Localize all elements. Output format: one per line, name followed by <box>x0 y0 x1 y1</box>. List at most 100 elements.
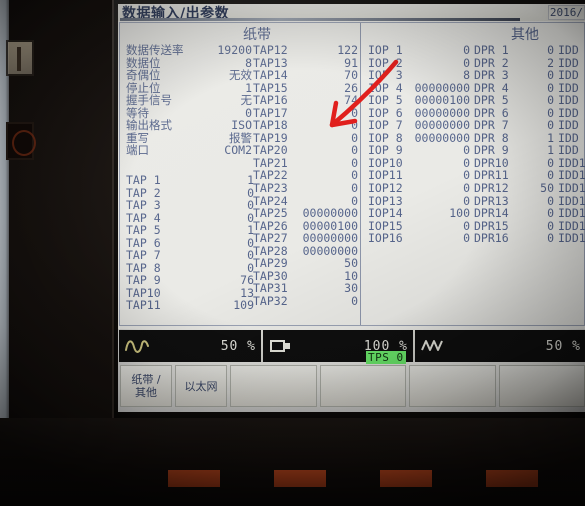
parameter-row[interactable]: IDD <box>558 119 585 132</box>
parameter-row[interactable]: 数据传送率 19200 <box>126 44 252 57</box>
parameter-row[interactable]: TAP25 00000000 <box>253 207 358 220</box>
parameter-row[interactable]: IOP14 100 <box>368 207 470 220</box>
parameter-row[interactable]: TAP18 0 <box>253 119 358 132</box>
parameter-row[interactable]: IOP12 0 <box>368 182 470 195</box>
feed-override-value: 50 % <box>220 338 256 354</box>
parameter-row[interactable]: IOP 7 00000000 <box>368 119 470 132</box>
parameter-row[interactable]: TAP 7 0 <box>126 249 254 262</box>
parameter-row[interactable]: IOP16 0 <box>368 232 470 245</box>
hardware-key-2[interactable] <box>274 470 326 487</box>
rapid-override-cell[interactable]: 50 % <box>415 330 585 362</box>
parameter-value: 30 <box>344 281 358 296</box>
parameter-value: 19200 <box>217 43 252 57</box>
parameter-row[interactable]: TAP29 50 <box>253 257 358 270</box>
parameter-value: 0 <box>463 231 470 246</box>
parameter-row[interactable]: 输出格式 ISO <box>126 119 252 132</box>
parameter-row[interactable]: DPR 3 0 <box>474 69 554 82</box>
parameter-row[interactable]: TAP27 00000000 <box>253 232 358 245</box>
parameter-value: 0 <box>351 155 358 170</box>
parameter-row[interactable]: 握手信号 无 <box>126 94 252 107</box>
parameter-row[interactable]: IDD <box>558 69 585 82</box>
parameter-value: 0 <box>351 143 358 158</box>
parameter-row[interactable]: TAP16 74 <box>253 94 358 107</box>
softkey-5[interactable] <box>409 365 496 407</box>
parameter-value: 0 <box>351 118 358 133</box>
parameter-row[interactable]: TAP32 0 <box>253 295 358 308</box>
softkey-label: 其他 <box>135 386 157 399</box>
parameter-row[interactable]: IDD1 <box>558 182 585 195</box>
parameter-value: 122 <box>337 43 358 57</box>
parameter-value: 0 <box>247 235 254 250</box>
parameter-value: 0 <box>351 105 358 120</box>
parameter-row[interactable]: DPR 7 0 <box>474 119 554 132</box>
feed-override-cell[interactable]: 50 % <box>119 330 263 362</box>
parameter-row[interactable]: IDD1 <box>558 232 585 245</box>
parameter-row[interactable]: TAP11 109 <box>126 299 254 312</box>
softkey-row: 纸带 / 其他 以太网 <box>119 363 585 409</box>
parameter-value: 0 <box>351 130 358 145</box>
parameter-row[interactable]: TAP23 0 <box>253 182 358 195</box>
parameter-label: TAP23 <box>253 181 288 196</box>
parameter-label: TAP 3 <box>126 198 161 213</box>
dpr-column: DPR 1 0 DPR 2 2 DPR 3 0 DPR 4 0 DPR 5 0 DPR 6 0 DPR … <box>474 44 554 245</box>
softkey-2[interactable]: 以太网 <box>175 365 227 407</box>
parameter-value: 0 <box>247 210 254 225</box>
parameter-row[interactable]: TAP12 122 <box>253 44 358 57</box>
softkey-label: 以太网 <box>184 379 218 393</box>
parameter-label: TAP32 <box>253 293 288 308</box>
parameter-label: IDD1 <box>558 206 585 221</box>
parameter-row[interactable]: TAP 3 0 <box>126 199 254 212</box>
section-header-other: 其他 <box>511 27 539 43</box>
softkey-6[interactable] <box>498 365 585 407</box>
override-status-bar: 50 % 100 % 50 % <box>119 330 585 362</box>
serial-settings-column: 数据传送率 19200 数据位 8 奇偶位 无效 停止位 1 握手信号无等待 0 输出格式 ISO 重写… <box>126 44 252 157</box>
parameter-value: 00000100 <box>414 93 470 108</box>
hardware-key-3[interactable] <box>380 470 432 487</box>
panel-indicator-lamp <box>6 122 36 160</box>
parameter-label: TAP 7 <box>126 248 161 263</box>
parameter-row[interactable]: 端口 COM2 <box>126 144 252 157</box>
parameter-label: DPR14 <box>474 206 509 221</box>
softkey-1[interactable]: 纸带 / 其他 <box>120 365 172 407</box>
panel-lower-bezel <box>0 418 585 506</box>
parameter-value: 无 <box>240 93 253 108</box>
parameter-value: ISO <box>231 118 252 133</box>
parameter-value: 0 <box>247 198 254 213</box>
parameter-value: 无效 <box>229 68 252 83</box>
column-divider <box>360 23 361 325</box>
parameter-row[interactable]: TAP 1 1 <box>126 174 254 187</box>
parameter-label: IDD1 <box>558 231 585 246</box>
parameter-value: 0 <box>247 248 254 263</box>
parameter-value: 0 <box>351 168 358 183</box>
parameter-label: TAP 5 <box>126 223 161 238</box>
softkey-3[interactable] <box>230 365 317 407</box>
parameter-row[interactable]: IOP 5 00000100 <box>368 94 470 107</box>
idd-column: IDD IDD IDD IDD IDD IDD IDD IDD IDD IDD1 IDD1 IDD1 I… <box>558 44 585 245</box>
parameter-value: 0 <box>463 168 470 183</box>
hardware-key-1[interactable] <box>168 470 220 487</box>
parameter-row[interactable]: DPR 5 0 <box>474 94 554 107</box>
parameter-row[interactable]: IDD <box>558 44 585 57</box>
iop-column: IOP 1 0 IOP 2 0 IOP 3 8 IOP 4 00000000 IOP 5 0000… <box>368 44 470 245</box>
parameter-label: IOP12 <box>368 181 403 196</box>
parameter-row[interactable]: IDD1 <box>558 207 585 220</box>
parameter-row[interactable]: TAP14 70 <box>253 69 358 82</box>
parameter-value: 74 <box>344 93 358 108</box>
parameter-row[interactable]: IOP 3 8 <box>368 69 470 82</box>
parameter-row[interactable]: TAP 5 1 <box>126 224 254 237</box>
parameter-label: DPR16 <box>474 231 509 246</box>
parameter-row[interactable]: 奇偶位 无效 <box>126 69 252 82</box>
parameter-row[interactable]: DPR14 0 <box>474 207 554 220</box>
hardware-key-4[interactable] <box>486 470 538 487</box>
parameter-row[interactable]: DPR12 50 <box>474 182 554 195</box>
parameter-value: 1 <box>247 173 254 187</box>
softkey-4[interactable] <box>319 365 406 407</box>
parameter-value: COM2 <box>224 143 252 158</box>
parameter-row[interactable]: DPR 1 0 <box>474 44 554 57</box>
parameter-label: TAP16 <box>253 93 288 108</box>
parameter-row[interactable]: IDD <box>558 94 585 107</box>
parameter-label: TAP18 <box>253 118 288 133</box>
parameter-row[interactable]: IOP 1 0 <box>368 44 470 57</box>
parameter-row[interactable]: DPR16 0 <box>474 232 554 245</box>
screen-titlebar: 数据输入/出参数 2016/ <box>118 4 585 22</box>
